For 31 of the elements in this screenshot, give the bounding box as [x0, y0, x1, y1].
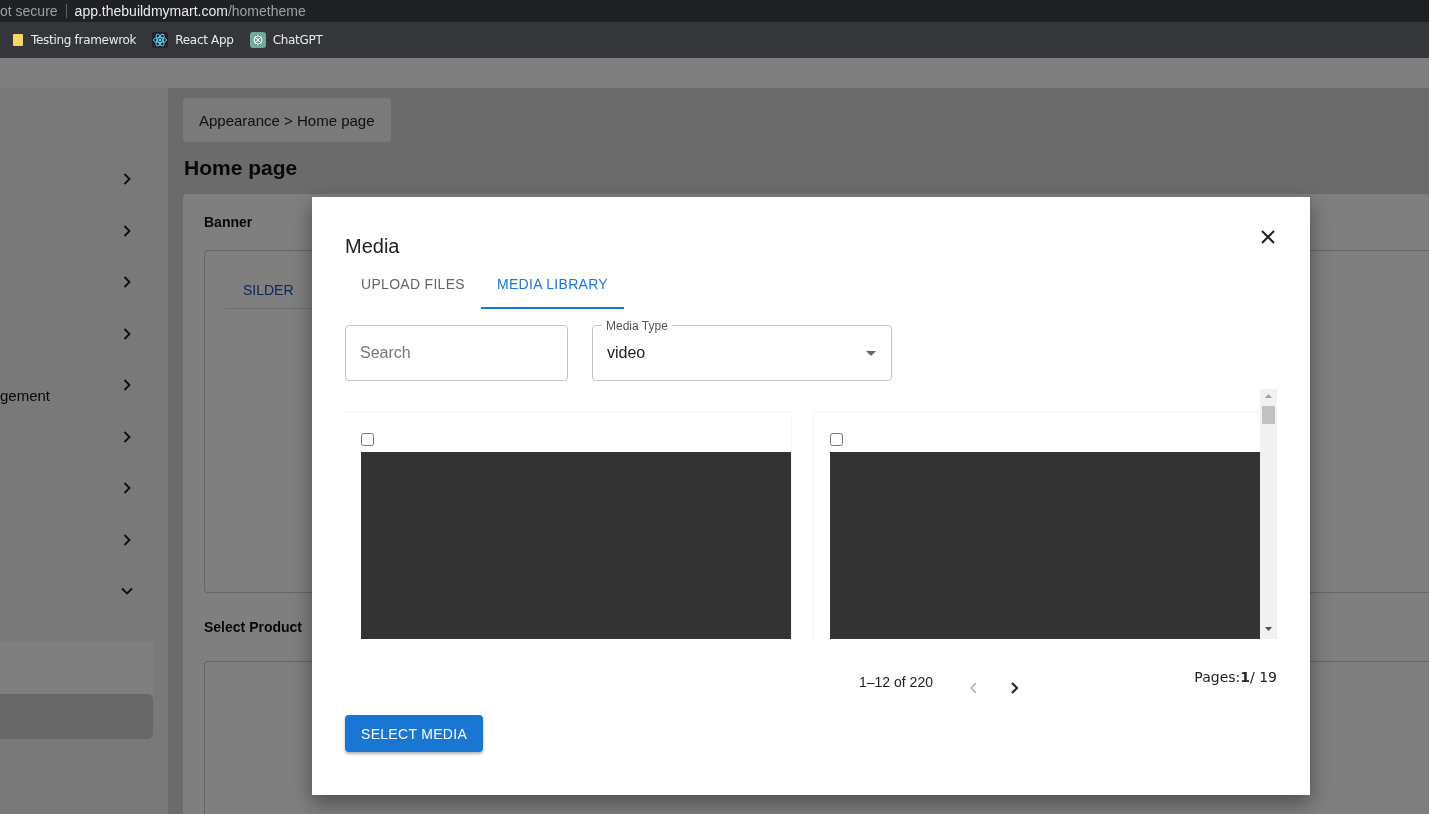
breadcrumb: Appearance > Home page — [183, 98, 391, 142]
security-label: ot secure — [0, 3, 58, 19]
caret-icon — [866, 350, 876, 356]
sidebar-item[interactable]: gement — [0, 378, 134, 430]
tab[interactable]: UPLOAD FILES — [345, 262, 481, 309]
url-text: app.thebuildmymart.com/hometheme — [74, 3, 306, 19]
dialog-title: Media — [345, 235, 400, 258]
bookmark[interactable]: Testing framewrok — [12, 33, 137, 47]
submenu-item[interactable] — [0, 693, 153, 739]
section-title: Banner — [204, 214, 254, 230]
search-field[interactable]: Search — [345, 325, 568, 381]
select-media-button[interactable]: SELECT MEDIA — [345, 715, 484, 752]
knot-icon — [249, 32, 266, 48]
close-icon[interactable] — [1260, 229, 1276, 245]
section-title: Select Product — [204, 619, 304, 635]
submenu-item[interactable] — [0, 641, 153, 694]
scrollbar[interactable] — [1260, 389, 1277, 639]
page-count: Pages:1/ 19 — [1194, 669, 1277, 685]
address-bar[interactable]: ot secure app.thebuildmymart.com/hometheme — [0, 0, 1429, 22]
checkbox[interactable] — [830, 433, 843, 446]
sidebar-label: gement — [0, 387, 51, 404]
bookmark[interactable]: React App — [152, 32, 234, 48]
folder-icon — [12, 33, 24, 47]
tab[interactable]: MEDIA LIBRARY — [480, 262, 624, 309]
checkbox[interactable] — [361, 433, 374, 446]
tab[interactable]: SILDER — [225, 274, 312, 308]
next-page-icon[interactable] — [1008, 681, 1019, 695]
atom-icon — [152, 32, 169, 48]
pagination-range: 1–12 of 220 — [859, 674, 933, 690]
page-heading: Home page — [184, 156, 299, 180]
bookmark[interactable]: ChatGPT — [249, 32, 323, 48]
